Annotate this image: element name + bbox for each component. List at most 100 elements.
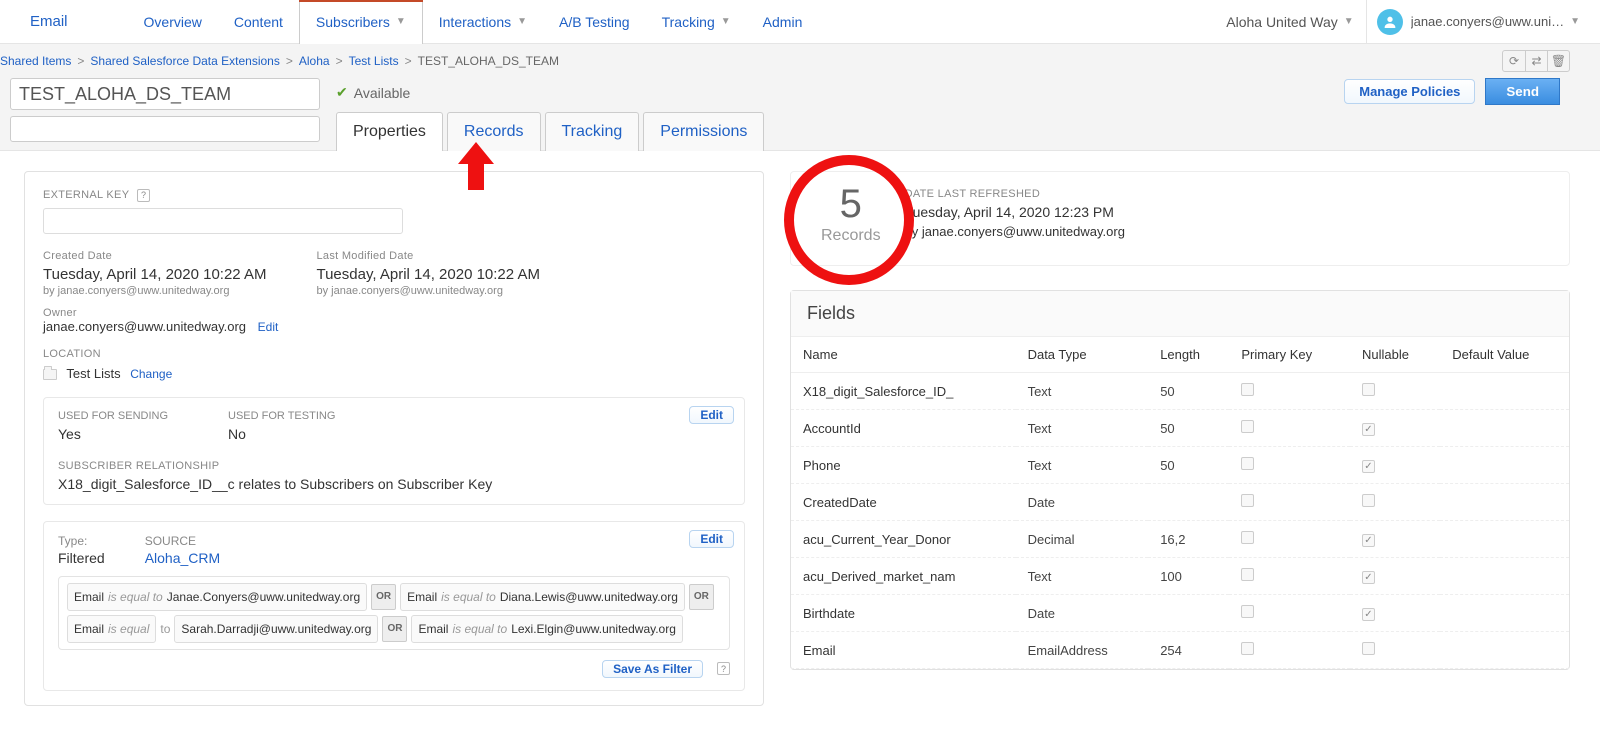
manage-policies-button[interactable]: Manage Policies [1344,79,1475,104]
location-label: LOCATION [43,348,745,360]
subrel-label: SUBSCRIBER RELATIONSHIP [58,460,730,472]
app-label: Email [30,13,68,30]
chevron-down-icon: ▼ [396,16,406,27]
table-row: CreatedDateDate [791,484,1569,521]
column-header: Name [791,337,1016,373]
chevron-down-icon: ▼ [721,16,731,27]
edit-owner-link[interactable]: Edit [258,320,279,334]
source-link[interactable]: Aloha_CRM [145,550,220,566]
nav-overview[interactable]: Overview [128,0,218,44]
external-key-label: EXTERNAL KEY [43,189,129,201]
checkbox-icon [1362,642,1375,655]
refresh-label: DATE LAST REFRESHED [905,188,1125,200]
breadcrumb-link[interactable]: Aloha [299,54,330,68]
org-selector[interactable]: Aloha United Way ▼ [1214,14,1365,30]
search-input[interactable] [10,116,320,142]
table-row: acu_Derived_market_namText100 [791,558,1569,595]
nav-subscribers[interactable]: Subscribers▼ [299,0,423,44]
filter-chip: Email is equal to Diana.Lewis@uww.united… [400,583,685,611]
filter-chip: Email is equal to Lexi.Elgin@uww.unitedw… [411,615,682,643]
tab-properties[interactable]: Properties [336,112,443,151]
column-header: Primary Key [1229,337,1350,373]
status-text: Available [354,85,411,101]
move-icon[interactable]: ⇄ [1525,51,1547,71]
checkbox-icon [1362,383,1375,396]
checkbox-icon [1362,460,1375,473]
user-menu[interactable]: janae.conyers@uww.uni… ▼ [1366,0,1590,44]
breadcrumb: Shared Items>Shared Salesforce Data Exte… [0,44,1600,74]
used-testing-value: No [228,426,335,442]
checkbox-icon [1362,608,1375,621]
avatar [1377,9,1403,35]
nav-admin[interactable]: Admin [747,0,819,44]
tab-tracking[interactable]: Tracking [545,112,640,151]
checkbox-icon [1362,534,1375,547]
folder-icon [43,369,57,380]
edit-filter-button[interactable]: Edit [689,530,734,548]
external-key-input[interactable] [43,208,403,234]
properties-panel: EXTERNAL KEY ? Created Date Tuesday, Apr… [24,171,764,706]
column-header: Data Type [1016,337,1149,373]
table-row: AccountIdText50 [791,410,1569,447]
help-icon[interactable]: ? [137,189,150,202]
created-by: by janae.conyers@uww.unitedway.org [43,285,266,297]
breadcrumb-current: TEST_ALOHA_DS_TEAM [418,54,559,68]
record-count: 5 [821,182,881,227]
chevron-down-icon: ▼ [1344,16,1354,27]
filter-chip: Email is equal [67,615,156,643]
refresh-icon[interactable]: ⟳ [1503,51,1525,71]
usage-panel: Edit USED FOR SENDING Yes USED FOR TESTI… [43,397,745,505]
change-location-link[interactable]: Change [130,367,172,381]
nav-a-b-testing[interactable]: A/B Testing [543,0,646,44]
edit-usage-button[interactable]: Edit [689,406,734,424]
source-label: SOURCE [145,534,220,548]
chevron-down-icon: ▼ [1570,16,1580,27]
nav-interactions[interactable]: Interactions▼ [423,0,543,44]
help-icon[interactable]: ? [717,662,730,675]
owner-value: janae.conyers@uww.unitedway.org [43,319,246,334]
checkbox-icon [1241,457,1254,470]
breadcrumb-link[interactable]: Test Lists [349,54,399,68]
checkbox-icon [1241,568,1254,581]
or-operator: OR [689,584,714,610]
created-date: Tuesday, April 14, 2020 10:22 AM [43,266,266,283]
table-row: acu_Current_Year_DonorDecimal16,2 [791,521,1569,558]
created-date-label: Created Date [43,250,266,262]
checkbox-icon [1241,605,1254,618]
user-email: janae.conyers@uww.uni… [1411,14,1564,29]
trash-icon[interactable]: 🗑 [1547,51,1569,71]
records-summary: 5 Records DATE LAST REFRESHED Tuesday, A… [790,171,1570,266]
table-row: EmailEmailAddress254 [791,632,1569,669]
fields-table: NameData TypeLengthPrimary KeyNullableDe… [791,337,1569,669]
chevron-down-icon: ▼ [517,16,527,27]
checkbox-icon [1362,494,1375,507]
table-row: X18_digit_Salesforce_ID_Text50 [791,373,1569,410]
nav-content[interactable]: Content [218,0,299,44]
breadcrumb-link[interactable]: Shared Salesforce Data Extensions [90,54,279,68]
location-value: Test Lists [66,366,120,381]
filter-chip: Sarah.Darradji@uww.unitedway.org [174,615,378,643]
org-name: Aloha United Way [1226,14,1338,30]
filter-chip: Email is equal to Janae.Conyers@uww.unit… [67,583,367,611]
fields-panel: Fields NameData TypeLengthPrimary KeyNul… [790,290,1570,670]
table-row: BirthdateDate [791,595,1569,632]
save-as-filter-button[interactable]: Save As Filter [602,660,703,678]
refresh-date: Tuesday, April 14, 2020 12:23 PM [905,204,1125,220]
used-sending-value: Yes [58,426,168,442]
column-header: Length [1148,337,1229,373]
type-value: Filtered [58,550,105,566]
nav-tracking[interactable]: Tracking▼ [646,0,747,44]
filter-expression: Email is equal to Janae.Conyers@uww.unit… [58,576,730,650]
breadcrumb-link[interactable]: Shared Items [0,54,71,68]
tab-records[interactable]: Records [447,112,541,151]
or-operator: OR [382,616,407,642]
or-operator: OR [371,584,396,610]
subrel-value: X18_digit_Salesforce_ID__c relates to Su… [58,476,730,492]
send-button[interactable]: Send [1485,78,1560,105]
toolbar-icons: ⟳ ⇄ 🗑 [1502,50,1570,72]
column-header: Default Value [1440,337,1569,373]
column-header: Nullable [1350,337,1440,373]
tab-permissions[interactable]: Permissions [643,112,764,151]
object-name-input[interactable] [10,78,320,110]
fields-title: Fields [791,291,1569,337]
